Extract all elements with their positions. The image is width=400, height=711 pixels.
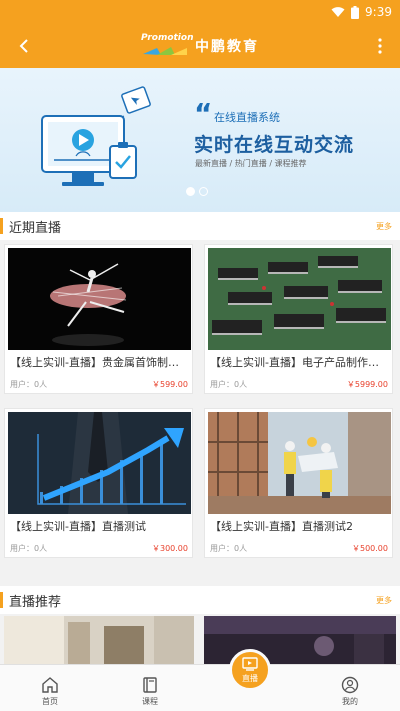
nav-mine[interactable]: 我的 xyxy=(300,665,400,711)
wifi-icon xyxy=(331,7,345,17)
status-bar: 9:39 xyxy=(0,0,400,24)
back-arrow-icon xyxy=(19,39,28,53)
banner-tags: 最新直播 / 热门直播 / 课程推荐 xyxy=(195,159,307,168)
live-recommend-title-wrap: 直播推荐 xyxy=(0,591,61,610)
recent-live-title: 近期直播 xyxy=(9,220,62,236)
circuit-board-image xyxy=(208,248,391,350)
course-users: 用户：0人 xyxy=(10,380,48,389)
course-title: 【线上实训-直播】电子产品制作与调试 xyxy=(210,356,389,369)
section-accent-bar xyxy=(0,592,3,608)
home-icon xyxy=(42,677,58,693)
course-card[interactable]: 【线上实训-直播】直播测试2 用户：0人 ￥500.00 xyxy=(204,408,393,558)
nav-live[interactable]: 直播 xyxy=(200,649,300,711)
live-recommend-more-link[interactable]: 更多 xyxy=(376,595,392,606)
banner-pagination xyxy=(186,187,208,196)
app-logo: Promotion 中鹏教育 xyxy=(141,33,259,59)
recommend-card-left[interactable] xyxy=(4,616,194,664)
live-recommend-title: 直播推荐 xyxy=(9,594,62,610)
logo-graphic xyxy=(143,47,187,55)
course-title: 【线上实训-直播】贵金属首饰制作工艺 xyxy=(10,356,189,369)
banner-subtitle: 在线直播系统 xyxy=(214,111,280,124)
nav-courses-label: 课程 xyxy=(142,697,158,706)
live-recommend-header: 直播推荐 更多 xyxy=(0,586,400,614)
logo-title: 中鹏教育 xyxy=(195,39,259,55)
course-card[interactable]: 【线上实训-直播】电子产品制作与调试 用户：0人 ￥5999.00 xyxy=(204,244,393,394)
more-options-button[interactable] xyxy=(368,30,392,62)
logo-mark: Promotion xyxy=(141,33,193,59)
user-icon xyxy=(341,676,359,694)
course-price: ￥5999.00 xyxy=(346,380,388,389)
course-users: 用户：0人 xyxy=(10,544,48,553)
section-accent-bar xyxy=(0,218,3,234)
nav-live-label: 直播 xyxy=(242,673,258,683)
book-icon xyxy=(143,677,157,693)
bottom-navigation: 首页 课程 直播 我的 xyxy=(0,649,400,711)
course-thumbnail-circuit xyxy=(208,248,391,350)
app-bar: Promotion 中鹏教育 xyxy=(0,24,400,68)
nav-live-active-bubble: 直播 xyxy=(229,649,271,691)
course-title: 【线上实训-直播】直播测试2 xyxy=(210,520,353,533)
recent-live-header: 近期直播 更多 xyxy=(0,212,400,240)
course-card[interactable]: 【线上实训-直播】直播测试 用户：0人 ￥300.00 xyxy=(4,408,193,558)
nav-home-label: 首页 xyxy=(42,697,58,706)
banner-headline: 实时在线互动交流 xyxy=(194,134,355,156)
back-button[interactable] xyxy=(8,30,40,62)
construction-image xyxy=(208,412,391,514)
banner-quote-mark: “ xyxy=(194,97,213,130)
growth-chart-image xyxy=(8,412,191,514)
course-thumbnail-construction xyxy=(208,412,391,514)
recent-live-more-link[interactable]: 更多 xyxy=(376,221,392,232)
ballet-image xyxy=(8,248,191,350)
course-users: 用户：0人 xyxy=(210,380,248,389)
status-time: 9:39 xyxy=(365,5,392,19)
logo-promo-text: Promotion xyxy=(141,33,194,43)
banner-dot-active[interactable] xyxy=(186,187,195,196)
recommend-thumbnail xyxy=(4,616,194,664)
live-tv-icon xyxy=(242,656,258,671)
recent-live-title-wrap: 近期直播 xyxy=(0,217,61,236)
course-title: 【线上实训-直播】直播测试 xyxy=(10,520,146,533)
battery-icon xyxy=(351,5,360,19)
nav-mine-label: 我的 xyxy=(342,697,358,706)
nav-courses[interactable]: 课程 xyxy=(100,665,200,711)
nav-home[interactable]: 首页 xyxy=(0,665,100,711)
course-price: ￥599.00 xyxy=(152,380,188,389)
course-thumbnail-ballet xyxy=(8,248,191,350)
monitor-illustration xyxy=(41,86,151,186)
course-card[interactable]: 【线上实训-直播】贵金属首饰制作工艺 用户：0人 ￥599.00 xyxy=(4,244,193,394)
banner-dot[interactable] xyxy=(199,187,208,196)
course-price: ￥300.00 xyxy=(152,544,188,553)
course-thumbnail-growth xyxy=(8,412,191,514)
more-vertical-icon xyxy=(378,38,382,54)
course-price: ￥500.00 xyxy=(352,544,388,553)
course-users: 用户：0人 xyxy=(210,544,248,553)
